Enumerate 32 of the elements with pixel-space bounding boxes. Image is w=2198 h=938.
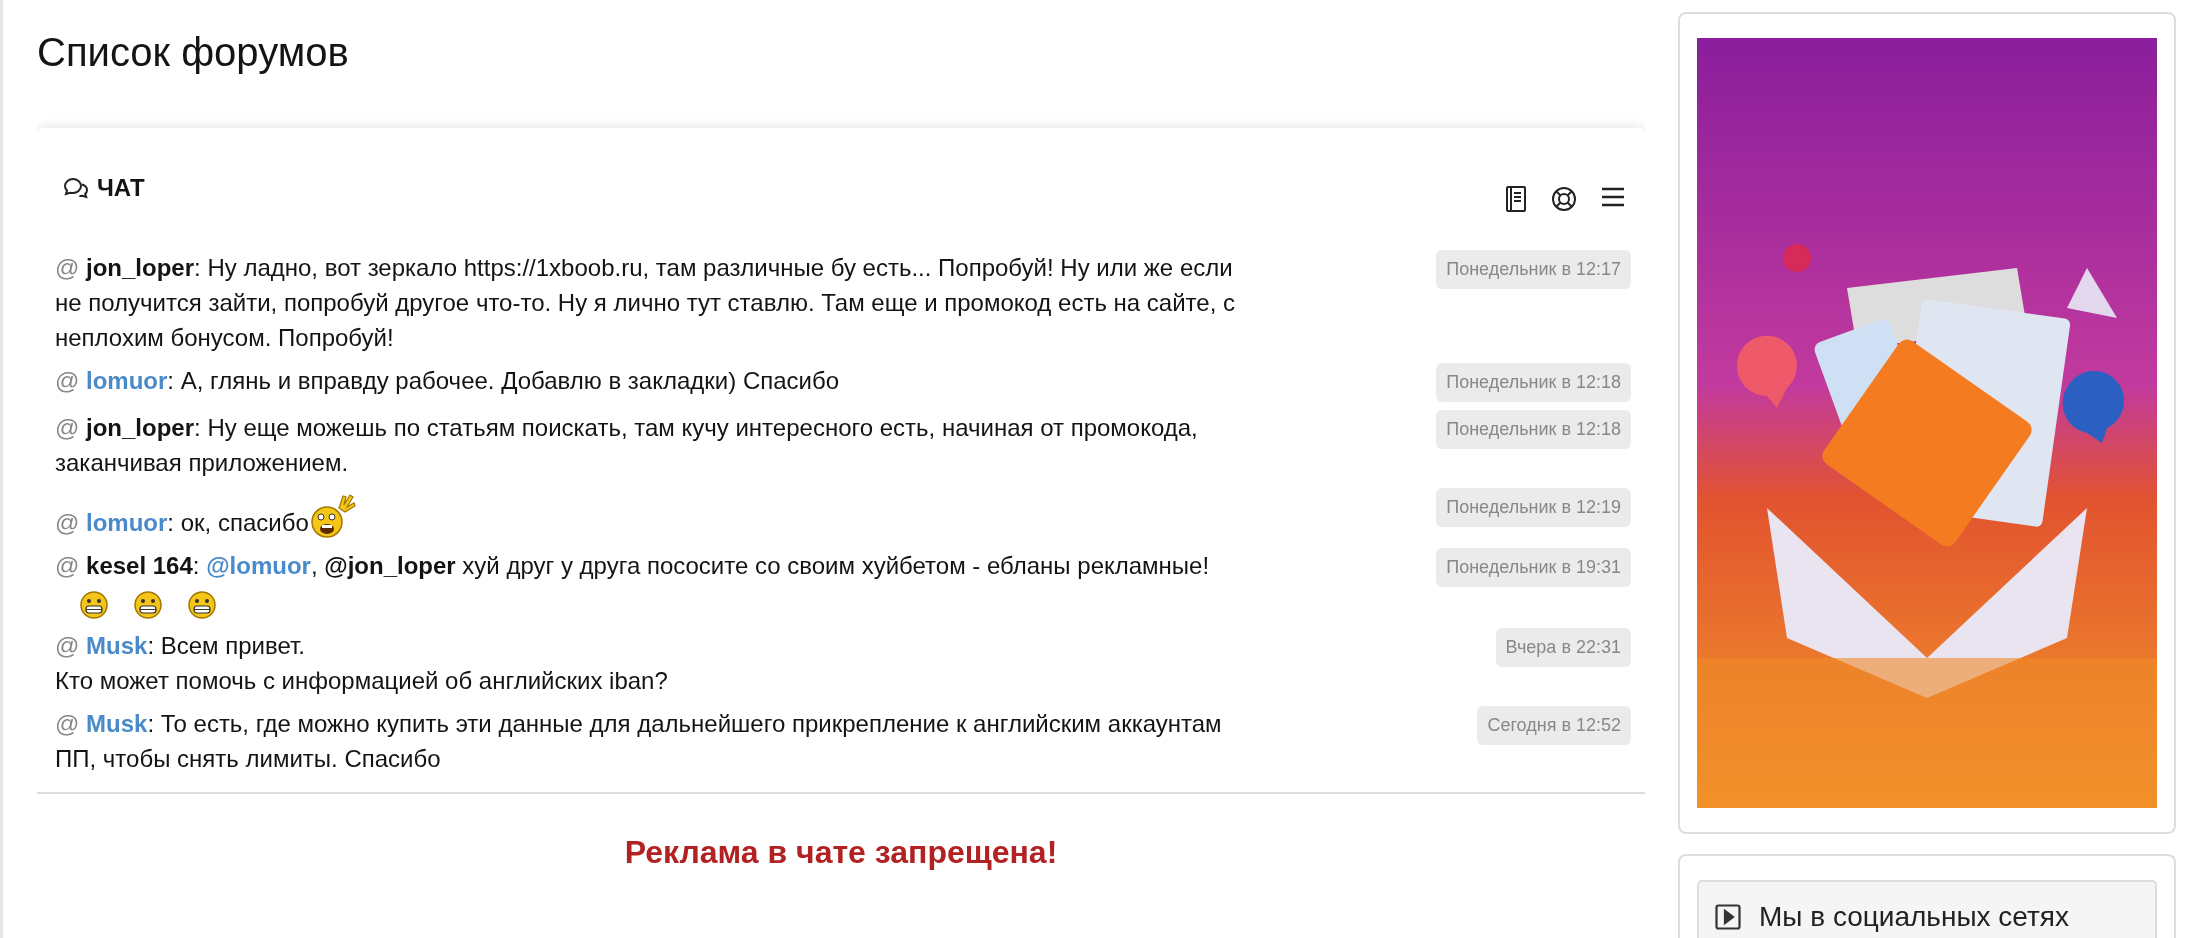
username-link[interactable]: lomuor	[86, 509, 168, 536]
chat-message: @ lomuor: ок, спасибо	[55, 488, 1260, 540]
timestamp: Понедельник в 12:18	[1436, 410, 1631, 449]
timestamp: Понедельник в 12:18	[1436, 363, 1631, 402]
page-title: Список форумов	[37, 29, 350, 76]
username-link[interactable]: Musk	[86, 632, 148, 660]
play-icon	[1715, 904, 1741, 930]
timestamp: Сегодня в 12:52	[1477, 706, 1631, 746]
username-link[interactable]: lomuor	[86, 367, 168, 394]
lifebuoy-icon[interactable]	[1551, 186, 1577, 212]
timestamp: Понедельник в 12:19	[1436, 488, 1631, 527]
timestamp: Понедельник в 19:31	[1436, 548, 1631, 587]
chat-message: @ kesel 164: @lomuor, @jon_loper хуй друг у друга пососите со своим хуйбетом - ебланы рекламные!	[55, 548, 1260, 621]
chat-title: ЧАТ	[97, 173, 145, 203]
chat-message: @ jon_loper: Ну ладно, вот зеркало https://1xboob.ru, там различные бу есть... Попробуй! Ну или же если не получится зайти, попробуй другое что-то. Ну я лично тут ставлю. Там еще и промокод есть на сайте, с неплохим бонусом. Попробуй!	[55, 253, 1236, 353]
menu-icon[interactable]	[1601, 186, 1625, 208]
username-link[interactable]: jon_loper	[86, 254, 195, 281]
book-icon[interactable]	[1505, 186, 1527, 212]
username-link[interactable]: kesel 164	[86, 552, 193, 579]
chat-message: @ lomuor: А, глянь и вправду рабочее. Добавлю в закладки) Спасибо	[55, 366, 841, 396]
mention-link[interactable]: @jon_loper	[324, 552, 456, 579]
notice-text: Реклама в чате запрещена!	[624, 834, 1058, 871]
chat-icon	[63, 177, 89, 199]
social-section-header[interactable]: Мы в социальных сетях	[1697, 880, 2157, 938]
timestamp: Понедельник в 12:17	[1436, 250, 1631, 289]
chat-message: @ jon_loper: Ну еще можешь по статьям поискать, там кучу интересного есть, начиная от промокода, заканчивая приложением.	[55, 413, 1199, 478]
mention-link[interactable]: @lomuor	[206, 552, 311, 579]
username-link[interactable]: jon_loper	[86, 414, 195, 441]
chat-message: @ Musk: То есть, где можно купить эти данные для дальнейшего прикрепление к английским аккаунтам ПП, чтобы снять лимиты. Спасибо	[55, 709, 1223, 775]
chat-message: @ Musk: Всем привет. Кто может помочь с информацией об английских iban?	[55, 631, 669, 697]
timestamp: Вчера в 22:31	[1495, 628, 1631, 668]
username-link[interactable]: Musk	[86, 710, 148, 738]
